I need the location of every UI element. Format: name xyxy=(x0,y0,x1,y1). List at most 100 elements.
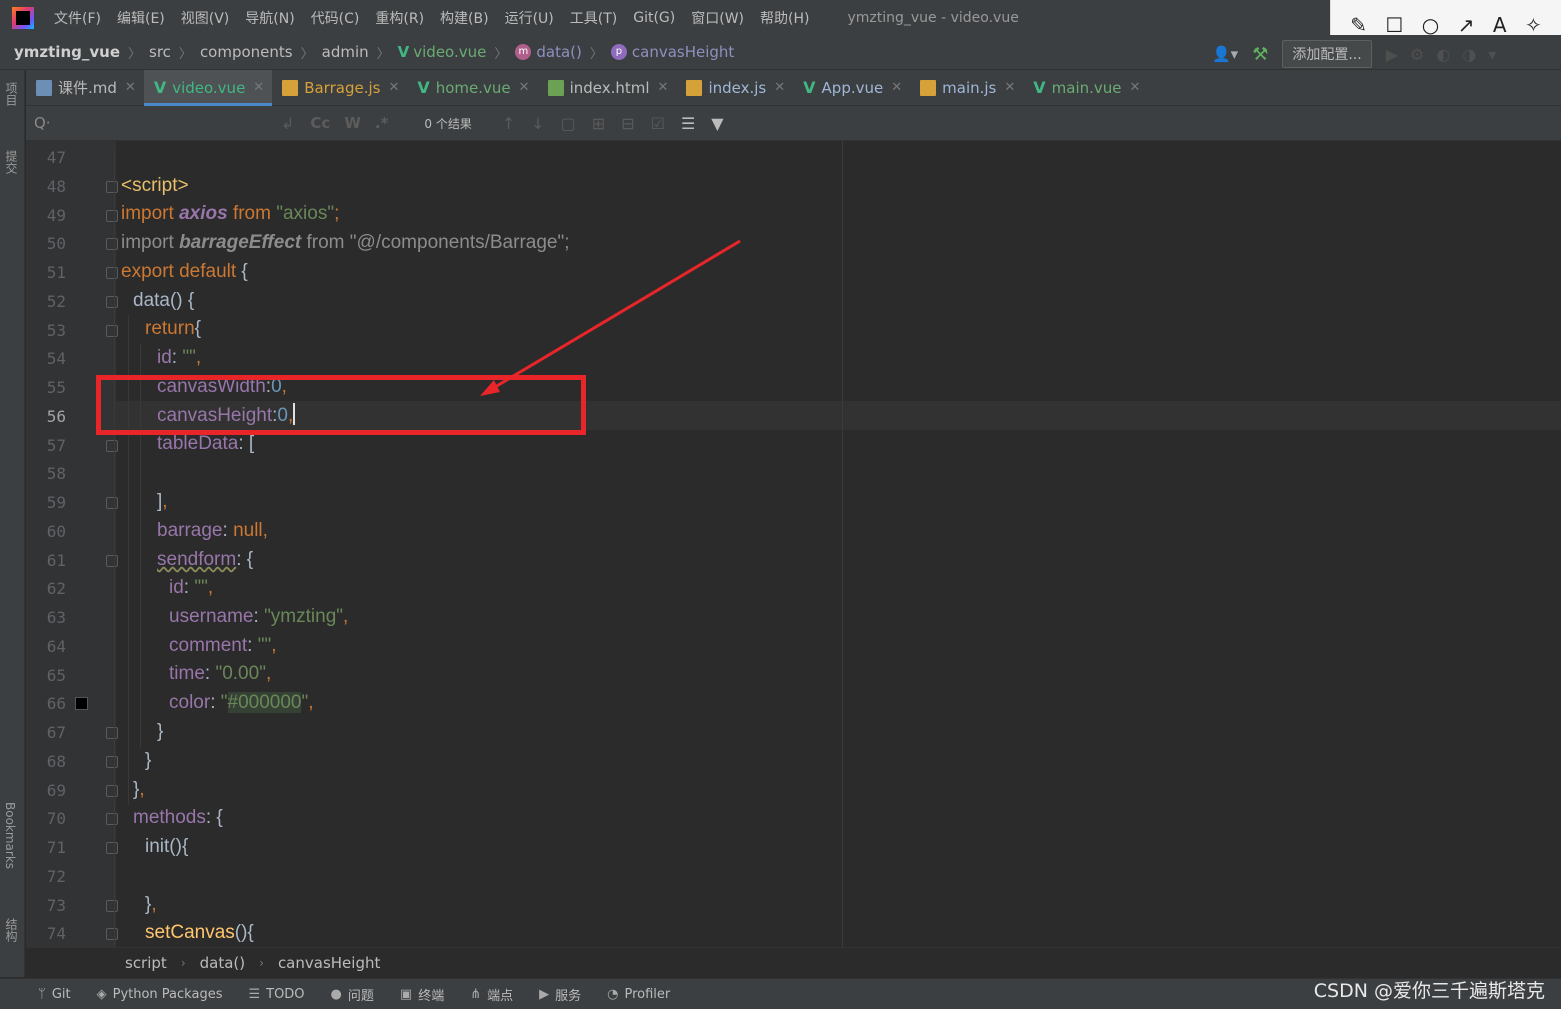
line-number[interactable]: 71 xyxy=(30,833,66,862)
fold-marker-icon[interactable] xyxy=(106,842,118,854)
line-number[interactable]: 51 xyxy=(30,258,66,287)
add-occurrence-icon[interactable]: ⊞ xyxy=(592,114,605,133)
add-configuration-button[interactable]: 添加配置... xyxy=(1282,40,1372,68)
breadcrumb-project[interactable]: ymzting_vue xyxy=(14,43,120,61)
tab-index-html[interactable]: index.html ✕ xyxy=(538,70,677,106)
line-number[interactable]: 65 xyxy=(30,661,66,690)
line-number[interactable]: 49 xyxy=(30,201,66,230)
services-tool-button[interactable]: ▶ 服务 xyxy=(539,985,581,1004)
line-number[interactable]: 56 xyxy=(30,402,66,431)
line-number[interactable]: 74 xyxy=(30,919,66,948)
close-icon[interactable]: ✕ xyxy=(1130,80,1141,95)
code-editor[interactable] xyxy=(116,141,1561,947)
line-number[interactable]: 47 xyxy=(30,143,66,172)
previous-occurrence-icon[interactable]: ↑ xyxy=(502,114,515,133)
select-all-occurrences-icon[interactable]: ☑ xyxy=(651,114,665,133)
menu-code[interactable]: 代码(C) xyxy=(311,8,360,28)
remove-occurrence-icon[interactable]: ⊟ xyxy=(621,114,634,133)
line-number[interactable]: 67 xyxy=(30,718,66,747)
tab-barrage-js[interactable]: Barrage.js ✕ xyxy=(272,70,407,106)
next-occurrence-icon[interactable]: ↓ xyxy=(531,114,544,133)
menu-edit[interactable]: 编辑(E) xyxy=(117,8,165,28)
structure-crumb-script[interactable]: script xyxy=(125,954,167,972)
breadcrumb-admin[interactable]: admin xyxy=(322,43,369,61)
tab-video-vue[interactable]: V video.vue ✕ xyxy=(143,69,273,106)
close-icon[interactable]: ✕ xyxy=(774,80,785,95)
line-number[interactable]: 50 xyxy=(30,229,66,258)
line-number[interactable]: 61 xyxy=(30,546,66,575)
fold-marker-icon[interactable] xyxy=(106,238,118,251)
menu-navigate[interactable]: 导航(N) xyxy=(245,8,294,28)
color-preview-swatch[interactable] xyxy=(75,697,88,710)
build-hammer-icon[interactable]: ⚒ xyxy=(1252,44,1268,65)
search-input[interactable]: Q· xyxy=(26,114,281,132)
line-number[interactable]: 73 xyxy=(30,891,66,920)
line-number[interactable]: 64 xyxy=(30,632,66,661)
structure-crumb-property[interactable]: canvasHeight xyxy=(278,954,380,972)
menu-file[interactable]: 文件(F) xyxy=(54,8,101,28)
bookmarks-tool-tab[interactable]: Bookmarks xyxy=(3,802,17,869)
menu-refactor[interactable]: 重构(R) xyxy=(375,8,424,28)
text-tool-icon[interactable]: A xyxy=(1493,13,1507,37)
menu-tools[interactable]: 工具(T) xyxy=(570,8,617,28)
menu-help[interactable]: 帮助(H) xyxy=(760,8,809,28)
fold-marker-icon[interactable] xyxy=(106,209,118,222)
line-number[interactable]: 70 xyxy=(30,804,66,833)
line-number[interactable]: 55 xyxy=(30,373,66,402)
run-debug-icons[interactable]: ▶⚙◐◑▾ xyxy=(1386,45,1509,64)
structure-tool-tab[interactable]: 结构 xyxy=(3,918,20,942)
profiler-tool-button[interactable]: ◔ Profiler xyxy=(607,987,670,1002)
fold-marker-icon[interactable] xyxy=(106,497,118,509)
match-case-toggle[interactable]: Cc xyxy=(310,114,330,132)
newline-icon[interactable]: ↲ xyxy=(281,114,294,133)
structure-crumb-data[interactable]: data() xyxy=(200,954,246,972)
close-icon[interactable]: ✕ xyxy=(1004,80,1015,95)
close-icon[interactable]: ✕ xyxy=(125,80,136,95)
menu-git[interactable]: Git(G) xyxy=(633,10,675,26)
close-icon[interactable]: ✕ xyxy=(658,80,669,95)
fold-marker-icon[interactable] xyxy=(106,727,118,739)
breadcrumb-property[interactable]: canvasHeight xyxy=(632,43,734,61)
circle-icon[interactable]: ○ xyxy=(1422,13,1439,37)
fold-marker-icon[interactable] xyxy=(106,324,118,337)
fold-marker-icon[interactable] xyxy=(106,554,118,567)
project-tool-tab[interactable]: 项目 xyxy=(3,82,20,106)
line-number[interactable]: 57 xyxy=(30,431,66,460)
line-number[interactable]: 63 xyxy=(30,603,66,632)
python-packages-tool-button[interactable]: ◈ Python Packages xyxy=(97,987,223,1002)
line-number[interactable]: 48 xyxy=(30,172,66,201)
breadcrumb-method[interactable]: data() xyxy=(536,43,582,61)
menu-window[interactable]: 窗口(W) xyxy=(691,8,744,28)
git-tool-button[interactable]: ᛘ Git xyxy=(38,987,71,1002)
rectangle-icon[interactable]: ☐ xyxy=(1385,13,1403,37)
line-number[interactable]: 60 xyxy=(30,517,66,546)
close-icon[interactable]: ✕ xyxy=(388,80,399,95)
fold-marker-icon[interactable] xyxy=(106,928,118,941)
filter-icon[interactable]: ▼ xyxy=(711,114,723,133)
fold-marker-icon[interactable] xyxy=(106,899,118,912)
select-all-icon[interactable]: ▢ xyxy=(561,114,576,133)
problems-tool-button[interactable]: ● 问题 xyxy=(331,985,374,1004)
filter-lines-icon[interactable]: ☰ xyxy=(681,114,695,133)
line-number[interactable]: 54 xyxy=(30,344,66,373)
fold-marker-icon[interactable] xyxy=(106,755,118,768)
todo-tool-button[interactable]: ☰ TODO xyxy=(248,987,304,1002)
line-number[interactable]: 52 xyxy=(30,287,66,316)
menu-view[interactable]: 视图(V) xyxy=(181,8,230,28)
close-icon[interactable]: ✕ xyxy=(519,80,530,95)
line-number[interactable]: 58 xyxy=(30,459,66,488)
tab-main-vue[interactable]: V main.vue ✕ xyxy=(1023,70,1148,106)
fold-marker-icon[interactable] xyxy=(106,813,118,826)
line-number[interactable]: 62 xyxy=(30,574,66,603)
tab-main-js[interactable]: main.js ✕ xyxy=(910,70,1023,106)
commit-tool-tab[interactable]: 提交 xyxy=(3,150,20,174)
regex-toggle[interactable]: .* xyxy=(375,114,389,132)
line-number[interactable]: 53 xyxy=(30,316,66,345)
close-icon[interactable]: ✕ xyxy=(253,80,264,95)
user-icon[interactable]: 👤▾ xyxy=(1212,45,1238,63)
fold-marker-icon[interactable] xyxy=(106,784,118,797)
breadcrumb-src[interactable]: src xyxy=(149,43,171,61)
pencil-icon[interactable]: ✎ xyxy=(1350,13,1367,37)
arrow-icon[interactable]: ↗ xyxy=(1458,13,1475,37)
line-number[interactable]: 68 xyxy=(30,747,66,776)
